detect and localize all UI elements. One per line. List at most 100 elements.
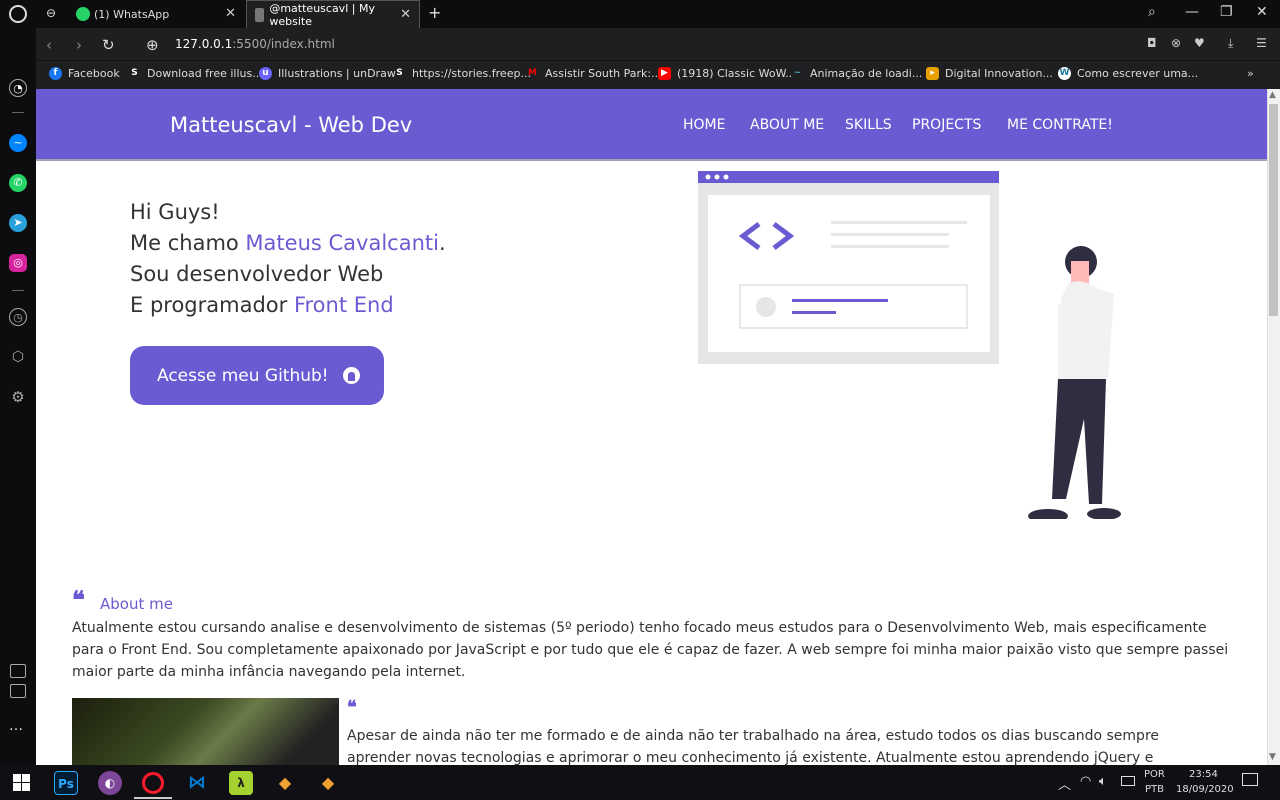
facebook-icon: f	[49, 67, 62, 80]
opera-icon[interactable]	[142, 772, 164, 794]
notifications-icon[interactable]	[1242, 773, 1258, 786]
telegram-icon[interactable]: ➤	[9, 214, 27, 232]
hero-illustration	[698, 171, 1121, 519]
bookmark-dio[interactable]: ▸ Digital Innovation...	[926, 67, 1053, 80]
volume-icon[interactable]: 🔈︎	[1099, 774, 1107, 789]
site-brand[interactable]: Matteuscavl - Web Dev	[170, 113, 412, 137]
scroll-up-icon[interactable]: ▲	[1269, 90, 1276, 100]
loading-icon: ~	[791, 67, 804, 80]
wordpress-icon: W	[1058, 67, 1071, 80]
bookmark-loading[interactable]: ~ Animação de loadi...	[791, 67, 922, 80]
back-icon[interactable]: ‹	[46, 36, 52, 54]
about-text-2: Apesar de ainda não ter me formado e de …	[347, 728, 1159, 765]
web-page: Matteuscavl - Web Dev HOME ABOUT ME SKIL…	[36, 89, 1267, 765]
vscode-icon[interactable]: ⋈	[185, 771, 209, 795]
more-icon[interactable]: …	[9, 718, 23, 734]
quote-icon: ❝	[72, 585, 85, 614]
scroll-down-icon[interactable]: ▼	[1269, 752, 1276, 762]
easy-setup-icon[interactable]: ☰	[1256, 36, 1267, 50]
gamepad-icon[interactable]: ⊖	[46, 6, 56, 20]
git-icon[interactable]: ◆	[273, 771, 297, 795]
maximize-button[interactable]: ❐	[1220, 4, 1233, 20]
url-field[interactable]: 127.0.0.1:5500/index.html	[175, 37, 335, 51]
url-host: 127.0.0.1	[175, 37, 233, 51]
minimize-button[interactable]: —	[1185, 4, 1199, 20]
tab-title: @matteuscavl | My website	[269, 1, 375, 28]
nav-about-me[interactable]: ABOUT ME	[750, 117, 824, 133]
clock-date[interactable]: 18/09/2020	[1176, 784, 1234, 795]
tor-icon[interactable]: ◐	[98, 771, 122, 795]
adblock-icon[interactable]: ⊗	[1171, 36, 1181, 50]
sidebar-divider	[12, 290, 24, 291]
tab-title: (1) WhatsApp	[94, 7, 170, 21]
nav-projects[interactable]: PROJECTS	[912, 117, 981, 133]
tray-chevron-icon[interactable]: ︿	[1058, 774, 1071, 793]
windows-start-icon[interactable]	[13, 774, 30, 791]
active-indicator	[134, 797, 172, 799]
lambda-icon[interactable]: λ	[229, 771, 253, 795]
url-path: :5500/index.html	[232, 37, 335, 51]
whatsapp-icon[interactable]: ✆	[9, 174, 27, 192]
git-icon[interactable]: ◆	[316, 771, 340, 795]
history-icon[interactable]: ◷	[9, 308, 27, 326]
speed-dial-icon[interactable]: ◔	[9, 79, 27, 97]
bookmark-undraw[interactable]: u Illustrations | unDraw	[259, 67, 396, 80]
github-button[interactable]: Acesse meu Github!	[130, 346, 384, 405]
tab-whatsapp[interactable]: (1) WhatsApp ✕	[68, 0, 244, 28]
nav-home[interactable]: HOME	[683, 117, 725, 133]
quote-icon: ❝	[347, 697, 357, 718]
whatsapp-icon	[76, 7, 90, 21]
profile-photo	[72, 698, 339, 765]
new-tab-button[interactable]: +	[428, 3, 441, 22]
bookmark-wordpress[interactable]: W Como escrever uma...	[1058, 67, 1198, 80]
nav-skills[interactable]: SKILLS	[845, 117, 892, 133]
hero-highlight: Front End	[293, 293, 394, 317]
photoshop-icon[interactable]: Ps	[54, 771, 78, 795]
close-window-button[interactable]: ✕	[1256, 4, 1268, 20]
undraw-icon: u	[259, 67, 272, 80]
messenger-icon[interactable]: ~	[9, 134, 27, 152]
github-icon	[342, 367, 360, 384]
clock-time[interactable]: 23:54	[1189, 769, 1218, 780]
storyset-icon: S	[396, 68, 403, 78]
bookmark-south-park[interactable]: M Assistir South Park:...	[526, 67, 662, 80]
instagram-icon[interactable]: ◎	[9, 254, 27, 272]
hero-name: Mateus Cavalcanti	[245, 231, 439, 255]
youtube-icon: ▶	[658, 67, 671, 80]
snapshot-icon[interactable]: ◘	[1147, 36, 1157, 50]
download-icon[interactable]: ⤓	[1228, 36, 1233, 51]
bookmark-freepik[interactable]: Shttps://stories.freep...	[393, 67, 531, 80]
search-tabs-icon[interactable]: ⌕	[1148, 4, 1156, 20]
bookmark-facebook[interactable]: f Facebook	[49, 67, 120, 80]
reload-icon[interactable]: ↻	[102, 36, 115, 54]
address-bar: ‹ › ↻ ⊕ 127.0.0.1:5500/index.html ◘ ⊗ ♥ …	[36, 28, 1280, 61]
hero-line-3: Sou desenvolvedor Web	[130, 262, 384, 286]
bookmark-youtube[interactable]: ▶ (1918) Classic WoW...	[658, 67, 796, 80]
language-code[interactable]: POR	[1144, 769, 1165, 780]
settings-icon[interactable]: ⚙	[9, 388, 27, 406]
tab-my-website[interactable]: @matteuscavl | My website ✕	[246, 0, 420, 28]
wifi-icon[interactable]: ◠	[1080, 774, 1091, 789]
megaflix-icon: M	[528, 68, 537, 78]
close-tab-icon[interactable]: ✕	[225, 6, 236, 21]
forward-icon[interactable]: ›	[76, 36, 82, 54]
bookmark-storyset[interactable]: S Download free illus...	[128, 67, 262, 80]
more-bookmarks-icon[interactable]: »	[1247, 67, 1254, 80]
scrollbar-thumb[interactable]	[1269, 104, 1278, 316]
opera-sidebar: ◔ ~ ✆ ➤ ◎ ◷ ⬡ ⚙ …	[0, 28, 36, 765]
bookmarks-bar: f Facebook S Download free illus... u Illus…	[36, 61, 1280, 89]
keyboard-layout[interactable]: PTB	[1145, 784, 1164, 795]
opera-menu-icon[interactable]	[9, 5, 27, 23]
hero-line-2: Me chamo Mateus Cavalcanti.	[130, 231, 446, 255]
nav-me-contrate[interactable]: ME CONTRATE!	[1007, 117, 1113, 133]
windows-taskbar: Ps ◐ ⋈ λ ◆ ◆ ︿ ◠ 🔈︎ POR PTB 23:54 18/09/…	[0, 765, 1280, 800]
favicon-icon	[255, 7, 265, 22]
heart-icon[interactable]: ♥	[1194, 36, 1205, 50]
hero-line-4: E programador Front End	[130, 293, 394, 317]
dio-icon: ▸	[926, 67, 939, 80]
globe-icon: ⊕	[146, 36, 159, 54]
close-tab-icon[interactable]: ✕	[400, 7, 411, 22]
about-title: About me	[100, 595, 173, 613]
battery-icon[interactable]	[1121, 776, 1135, 786]
extensions-icon[interactable]: ⬡	[9, 348, 27, 366]
